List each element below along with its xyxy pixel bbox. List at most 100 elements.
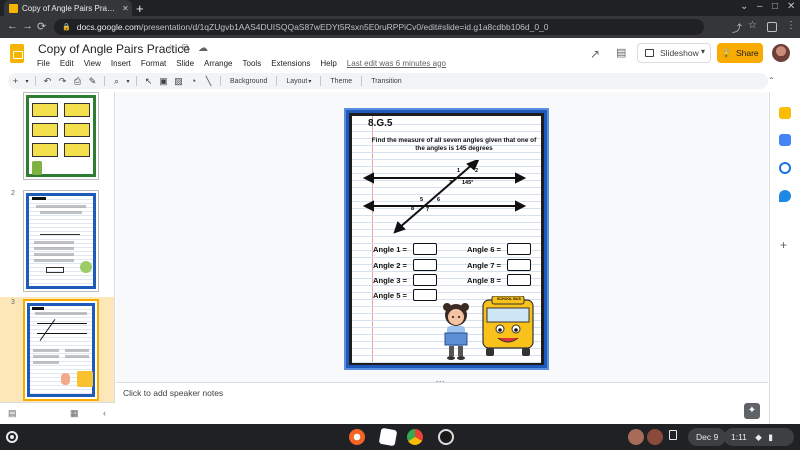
- angle-3-label: Angle 3 =: [373, 276, 407, 285]
- avatar[interactable]: [647, 429, 663, 445]
- collapse-filmstrip-icon[interactable]: ‹: [103, 408, 106, 418]
- forward-icon[interactable]: →: [22, 20, 33, 32]
- url-host: docs.google.com: [76, 22, 141, 32]
- new-slide-icon[interactable]: +: [8, 74, 23, 88]
- keep-icon[interactable]: [779, 107, 791, 119]
- girl-reading-clipart: [443, 303, 469, 360]
- angle-7-answer-box[interactable]: [507, 259, 531, 271]
- zoom-dropdown-icon[interactable]: ▾: [124, 74, 132, 88]
- slideshow-dropdown-icon[interactable]: ▾: [701, 47, 705, 56]
- transition-button[interactable]: Transition: [366, 74, 406, 88]
- tab-search-icon[interactable]: ⌄: [740, 1, 748, 12]
- speaker-notes[interactable]: Click to add speaker notes: [116, 382, 768, 402]
- new-tab-button[interactable]: +: [136, 1, 144, 16]
- menu-slide[interactable]: Slide: [176, 59, 194, 68]
- zoom-icon[interactable]: ⌕: [109, 74, 124, 88]
- calendar-icon[interactable]: [779, 134, 791, 146]
- menu-extensions[interactable]: Extensions: [271, 59, 310, 68]
- share-page-icon[interactable]: ⤴: [732, 20, 742, 35]
- app-icon[interactable]: [349, 429, 365, 445]
- slide-thumbnail[interactable]: [23, 190, 99, 292]
- select-cursor-icon[interactable]: ↖: [141, 74, 156, 88]
- paint-format-icon[interactable]: ✎: [85, 74, 100, 88]
- maximize-icon[interactable]: □: [772, 1, 778, 12]
- system-tray[interactable]: 1:11 ◆ ▮: [724, 428, 794, 446]
- maps-icon[interactable]: [779, 190, 791, 202]
- thumbnail-text: [33, 361, 59, 364]
- transversal-line: [398, 162, 475, 229]
- angle-8-label: Angle 8 =: [467, 276, 501, 285]
- close-window-icon[interactable]: ✕: [787, 1, 795, 12]
- browser-tab[interactable]: Copy of Angle Pairs Practice - Go ✕: [4, 0, 132, 16]
- chrome-icon[interactable]: [407, 429, 423, 445]
- avatar[interactable]: [772, 44, 790, 62]
- menu-edit[interactable]: Edit: [60, 59, 74, 68]
- theme-button[interactable]: Theme: [325, 74, 357, 88]
- thumbnail-title: [32, 307, 44, 310]
- angle-6-answer-box[interactable]: [507, 243, 531, 255]
- move-folder-icon[interactable]: ⧉: [182, 43, 189, 54]
- layout-button[interactable]: Layout ▾: [281, 74, 316, 88]
- minimize-icon[interactable]: –: [757, 1, 763, 12]
- bookmark-star-icon[interactable]: ☆: [748, 20, 757, 31]
- back-icon[interactable]: ←: [7, 20, 18, 32]
- launcher-icon[interactable]: [6, 431, 18, 443]
- editor-toolbar: + ▾ ↶ ↷ ⎙ ✎ ⌕ ▾ ↖ ▣ ▨ ◔ ╲ Background Lay…: [8, 73, 768, 89]
- angle-number-label: 8: [411, 206, 415, 212]
- menu-view[interactable]: View: [84, 59, 101, 68]
- line-icon[interactable]: ╲: [201, 74, 216, 88]
- slide-thumbnail[interactable]: [23, 92, 99, 180]
- menu-arrange[interactable]: Arrange: [204, 59, 232, 68]
- browser-menu-icon[interactable]: ⋮: [786, 20, 796, 31]
- filmstrip-view-icon[interactable]: ▤: [8, 408, 17, 419]
- menu-format[interactable]: Format: [141, 59, 166, 68]
- new-slide-dropdown-icon[interactable]: ▾: [23, 74, 31, 88]
- menu-insert[interactable]: Insert: [111, 59, 131, 68]
- menu-help[interactable]: Help: [320, 59, 336, 68]
- angle-1-answer-box[interactable]: [413, 243, 437, 255]
- text-box-icon[interactable]: ▣: [156, 74, 171, 88]
- grid-view-icon[interactable]: ▦: [70, 408, 79, 419]
- activity-dashboard-icon[interactable]: ↗: [590, 47, 600, 61]
- angle-5-label: Angle 5 =: [373, 291, 407, 300]
- slideshow-button[interactable]: Slideshow: [637, 43, 711, 63]
- thumbnail-text: [33, 355, 59, 358]
- undo-icon[interactable]: ↶: [40, 74, 55, 88]
- print-icon[interactable]: ⎙: [70, 74, 85, 88]
- side-panel-icon[interactable]: [767, 22, 777, 32]
- angle-5-answer-box[interactable]: [413, 289, 437, 301]
- background-button[interactable]: Background: [225, 74, 272, 88]
- avatar[interactable]: [628, 429, 644, 445]
- divider: [361, 76, 363, 86]
- angle-3-answer-box[interactable]: [413, 274, 437, 286]
- last-edit-link[interactable]: Last edit was 6 minutes ago: [347, 59, 446, 68]
- thumbnail-image: [61, 373, 70, 385]
- menu-tools[interactable]: Tools: [243, 59, 262, 68]
- redo-icon[interactable]: ↷: [55, 74, 70, 88]
- lock-icon: 🔒: [62, 24, 71, 31]
- explore-icon[interactable]: ✦: [744, 403, 760, 419]
- thumbnail-text: [34, 247, 74, 250]
- shape-icon[interactable]: ◔: [186, 74, 201, 88]
- cloud-status-icon[interactable]: ☁: [198, 43, 208, 54]
- comments-icon[interactable]: ▤: [616, 46, 626, 59]
- angle-2-answer-box[interactable]: [413, 259, 437, 271]
- star-icon[interactable]: ☆: [166, 43, 175, 54]
- address-bar[interactable]: 🔒 docs.google.com /presentation/d/1qZUgv…: [54, 19, 704, 35]
- app-icon[interactable]: [438, 429, 454, 445]
- tasks-icon[interactable]: [779, 162, 791, 174]
- slide-thumbnail-selected[interactable]: [23, 299, 99, 401]
- holding-space-icon[interactable]: [669, 430, 677, 440]
- reload-icon[interactable]: ⟳: [37, 20, 46, 33]
- slides-logo-icon[interactable]: [10, 44, 24, 63]
- collapse-menus-icon[interactable]: ⌃: [768, 76, 775, 85]
- angle-8-answer-box[interactable]: [507, 274, 531, 286]
- roblox-icon[interactable]: [378, 427, 398, 447]
- close-tab-icon[interactable]: ✕: [122, 4, 132, 13]
- image-icon[interactable]: ▨: [171, 74, 186, 88]
- layout-label: Layout: [286, 77, 308, 85]
- menu-file[interactable]: File: [37, 59, 50, 68]
- date-display[interactable]: Dec 9: [688, 428, 727, 446]
- share-button[interactable]: 🔒 Share: [717, 43, 763, 63]
- add-addon-icon[interactable]: +: [780, 238, 787, 252]
